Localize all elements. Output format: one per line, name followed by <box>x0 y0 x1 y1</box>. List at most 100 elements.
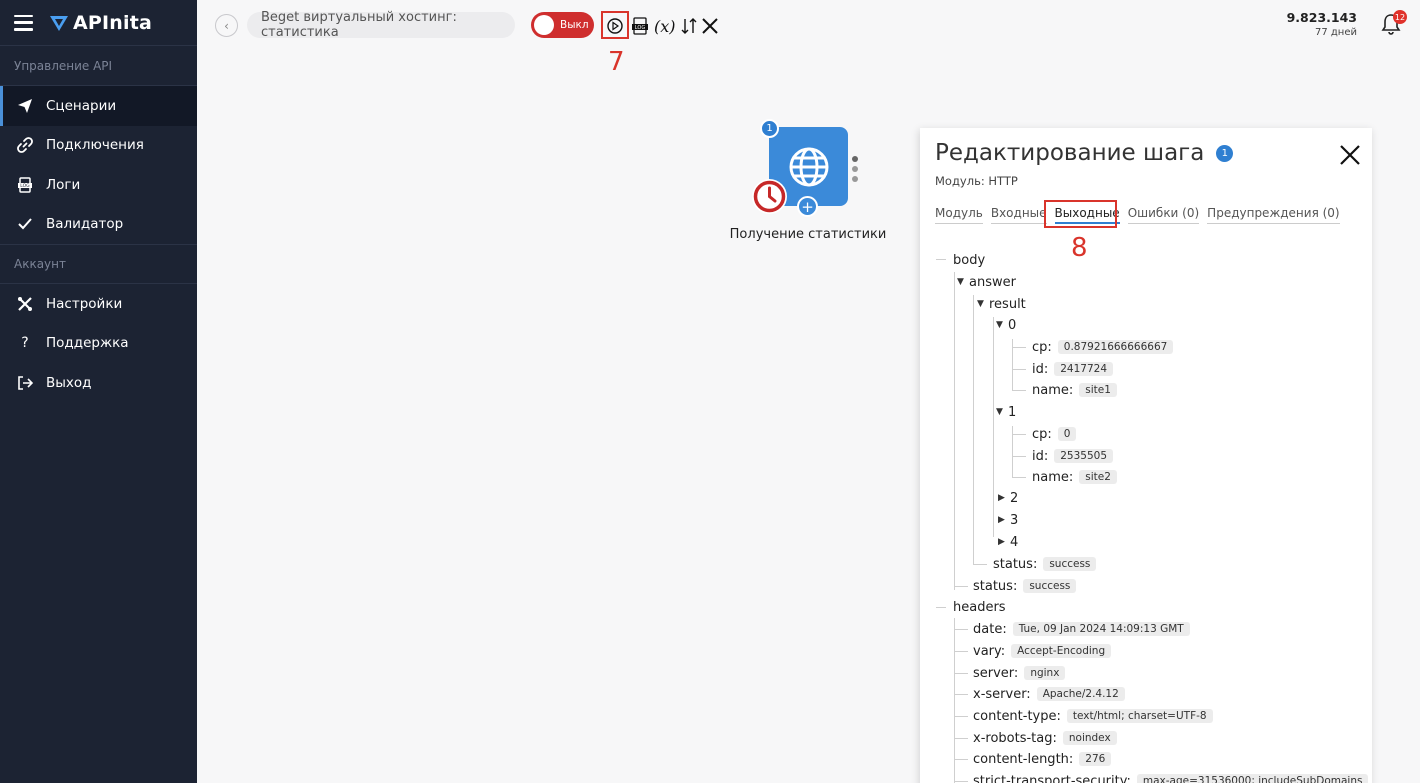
back-button[interactable]: ‹ <box>215 14 238 37</box>
sidebar-item-label: Поддержка <box>46 335 129 352</box>
annotation-number-7: 7 <box>608 47 625 77</box>
tree-node-item-0[interactable]: ▼ 0 <box>996 315 1016 335</box>
tree-value[interactable]: noindex <box>1062 731 1117 745</box>
schedule-button[interactable] <box>752 179 787 214</box>
tree-node-result[interactable]: ▼ result <box>977 294 1026 314</box>
tree-key: cp: <box>1032 339 1052 355</box>
menu-icon[interactable] <box>14 14 33 31</box>
tree-value[interactable]: 2417724 <box>1054 362 1114 376</box>
tree-leaf: name: site1 <box>1032 380 1117 400</box>
log-icon: LOG <box>17 177 33 193</box>
chevron-left-icon: ‹ <box>224 18 229 33</box>
tree-leaf: content-length: 276 <box>973 749 1112 769</box>
tree-key: server: <box>973 665 1019 681</box>
tree-key: id: <box>1032 448 1049 464</box>
sidebar-item-logout[interactable]: Выход <box>0 363 197 403</box>
node-menu-button[interactable] <box>851 156 859 182</box>
caret-right-icon[interactable]: ▶ <box>998 515 1008 525</box>
tree-value[interactable]: success <box>1043 557 1097 571</box>
logo[interactable]: APInita <box>49 12 152 34</box>
balance-days: 77 дней <box>1314 27 1357 38</box>
notification-badge: 12 <box>1393 10 1407 24</box>
tree-leaf: x-robots-tag: noindex <box>973 728 1117 748</box>
panel-close-button[interactable] <box>1338 143 1362 167</box>
balance: 9.823.143 77 дней <box>1287 10 1357 38</box>
close-icon <box>702 18 718 34</box>
tree-value[interactable]: text/html; charset=UTF-8 <box>1066 709 1213 723</box>
tree-node-item-3[interactable]: ▶ 3 <box>998 510 1018 530</box>
sidebar-item-connections[interactable]: Подключения <box>0 126 197 166</box>
toggle-knob <box>534 15 554 35</box>
panel-module: Модуль: HTTP <box>935 174 1018 188</box>
tree-leaf: x-server: Apache/2.4.12 <box>973 684 1125 704</box>
tree-value[interactable]: site1 <box>1079 383 1117 397</box>
caret-down-icon[interactable]: ▼ <box>996 407 1006 417</box>
annotation-box-7 <box>601 11 629 39</box>
tree-value[interactable]: 276 <box>1079 752 1112 766</box>
tab-input[interactable]: Входные <box>990 206 1047 224</box>
scenario-name[interactable]: Beget виртуальный хостинг: статистика <box>247 10 515 40</box>
tab-module[interactable]: Модуль <box>935 206 983 224</box>
plus-icon: + <box>801 197 814 216</box>
caret-down-icon[interactable]: ▼ <box>957 277 967 287</box>
sidebar-item-settings[interactable]: Настройки <box>0 284 197 324</box>
variables-button[interactable]: (x) <box>654 16 676 36</box>
node-number-badge: 1 <box>760 119 779 138</box>
tree-value[interactable]: Apache/2.4.12 <box>1036 687 1125 701</box>
logo-text: APInita <box>73 11 153 34</box>
sidebar-item-logs[interactable]: LOG Логи <box>0 165 197 205</box>
tree-node-answer[interactable]: ▼ answer <box>957 272 1016 292</box>
sidebar-item-label: Валидатор <box>46 216 124 233</box>
panel-title: Редактирование шага 1 <box>935 140 1234 166</box>
notifications-button[interactable]: 12 <box>1381 10 1407 37</box>
sidebar-item-scenarios[interactable]: Сценарии <box>0 86 197 126</box>
caret-down-icon[interactable]: ▼ <box>977 299 987 309</box>
tree-value[interactable]: success <box>1023 579 1077 593</box>
sidebar-header: APInita <box>0 0 197 46</box>
caret-right-icon[interactable]: ▶ <box>998 493 1008 503</box>
tree-node-item-4[interactable]: ▶ 4 <box>998 532 1018 552</box>
sidebar-item-validator[interactable]: Валидатор <box>0 205 197 245</box>
tree-leaf: status: success <box>993 554 1097 574</box>
sort-button[interactable] <box>680 16 698 36</box>
tab-errors[interactable]: Ошибки (0) <box>1127 206 1200 224</box>
tree-leaf: name: site2 <box>1032 467 1117 487</box>
sort-icon <box>681 18 697 34</box>
tree-value[interactable]: 0.87921666666667 <box>1057 340 1174 354</box>
log-button[interactable]: LOG <box>631 16 649 36</box>
svg-text:LOG: LOG <box>635 25 646 31</box>
sidebar: APInita Управление API Сценарии Подключе… <box>0 0 197 783</box>
tree-value[interactable]: Tue, 09 Jan 2024 14:09:13 GMT <box>1012 622 1190 636</box>
log-icon: LOG <box>632 17 648 35</box>
tree-value[interactable]: Accept-Encoding <box>1011 644 1112 658</box>
globe-icon <box>789 147 828 186</box>
sidebar-item-label: Логи <box>46 176 81 193</box>
tree-node-body[interactable]: body <box>953 250 985 270</box>
tree-key: x-server: <box>973 686 1031 702</box>
tree-node-headers[interactable]: headers <box>953 597 1006 617</box>
tree-value[interactable]: nginx <box>1024 666 1066 680</box>
node-label: Получение статистики <box>729 227 887 242</box>
tree-key: 0 <box>1008 317 1017 333</box>
tree-leaf: strict-transport-security: max-age=315360… <box>973 771 1369 783</box>
logout-icon <box>17 375 33 391</box>
tree-node-item-2[interactable]: ▶ 2 <box>998 488 1018 508</box>
close-scenario-button[interactable] <box>701 16 719 36</box>
tree-value[interactable]: 0 <box>1057 427 1077 441</box>
tree-key: 3 <box>1010 512 1019 528</box>
tree-key: cp: <box>1032 426 1052 442</box>
scenario-toggle[interactable]: Выкл <box>531 12 594 38</box>
clock-icon <box>753 180 786 213</box>
caret-down-icon[interactable]: ▼ <box>996 320 1006 330</box>
tree-node-item-1[interactable]: ▼ 1 <box>996 402 1016 422</box>
sidebar-item-support[interactable]: ? Поддержка <box>0 324 197 364</box>
tab-warnings[interactable]: Предупреждения (0) <box>1207 206 1340 224</box>
check-icon <box>17 216 33 232</box>
tree-value[interactable]: max-age=31536000; includeSubDomains <box>1136 774 1369 783</box>
tree-value[interactable]: site2 <box>1079 470 1117 484</box>
tree-key: answer <box>969 274 1016 290</box>
topbar: ‹ Beget виртуальный хостинг: статистика … <box>197 0 1420 77</box>
add-step-button[interactable]: + <box>797 196 818 217</box>
caret-right-icon[interactable]: ▶ <box>998 537 1008 547</box>
tree-value[interactable]: 2535505 <box>1054 449 1114 463</box>
